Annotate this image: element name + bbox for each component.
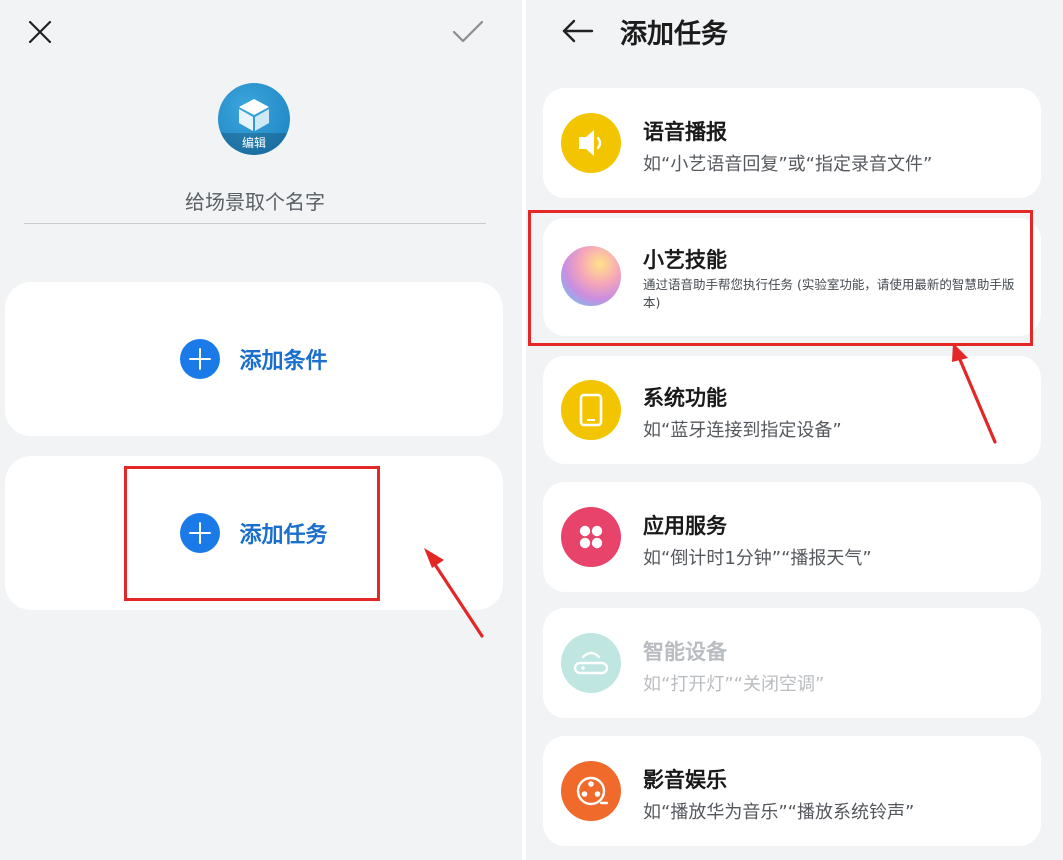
task-title: 系统功能 xyxy=(643,386,727,410)
highlight-box-add-task xyxy=(124,466,380,601)
back-arrow-icon[interactable] xyxy=(560,16,596,46)
add-condition-label: 添加条件 xyxy=(239,349,328,374)
film-reel-icon xyxy=(561,761,621,821)
add-condition-button[interactable]: 添加条件 xyxy=(5,282,503,436)
highlight-box-xiaoyi-skill xyxy=(528,210,1033,346)
plus-icon xyxy=(180,339,221,379)
scene-avatar[interactable]: 编辑 xyxy=(218,83,290,155)
avatar-edit-caption[interactable]: 编辑 xyxy=(218,133,290,155)
close-icon[interactable] xyxy=(22,14,58,50)
task-item-smart-devices[interactable]: 智能设备 如“打开灯”“关闭空调” xyxy=(543,608,1041,718)
task-title: 智能设备 xyxy=(643,640,727,664)
task-desc: 如“蓝牙连接到指定设备” xyxy=(643,420,842,441)
phone-icon xyxy=(561,380,621,440)
task-item-system-function[interactable]: 系统功能 如“蓝牙连接到指定设备” xyxy=(543,356,1041,464)
scene-editor-panel: 编辑 添加条件 添加任务 xyxy=(0,0,522,860)
router-icon xyxy=(561,633,621,693)
task-title: 应用服务 xyxy=(643,514,727,538)
add-task-panel: 添加任务 语音播报 如“小艺语音回复”或“指定录音文件” 小艺技能 通过语音助手… xyxy=(526,0,1063,860)
task-desc: 如“小艺语音回复”或“指定录音文件” xyxy=(643,154,933,175)
task-item-media-entertainment[interactable]: 影音娱乐 如“播放华为音乐”“播放系统铃声” xyxy=(543,736,1041,846)
task-desc: 如“倒计时1分钟”“播报天气” xyxy=(643,548,872,569)
speaker-icon xyxy=(561,113,621,173)
task-item-app-services[interactable]: 应用服务 如“倒计时1分钟”“播报天气” xyxy=(543,482,1041,592)
cube-icon xyxy=(239,99,269,131)
task-item-voice-broadcast[interactable]: 语音播报 如“小艺语音回复”或“指定录音文件” xyxy=(543,88,1041,198)
confirm-check-icon[interactable] xyxy=(448,14,488,50)
task-title: 影音娱乐 xyxy=(643,768,727,792)
page-title: 添加任务 xyxy=(620,19,728,50)
task-desc: 如“打开灯”“关闭空调” xyxy=(643,674,825,695)
scene-name-input[interactable] xyxy=(24,180,486,224)
apps-grid-icon xyxy=(561,507,621,567)
task-desc: 如“播放华为音乐”“播放系统铃声” xyxy=(643,802,915,823)
task-title: 语音播报 xyxy=(643,120,727,144)
